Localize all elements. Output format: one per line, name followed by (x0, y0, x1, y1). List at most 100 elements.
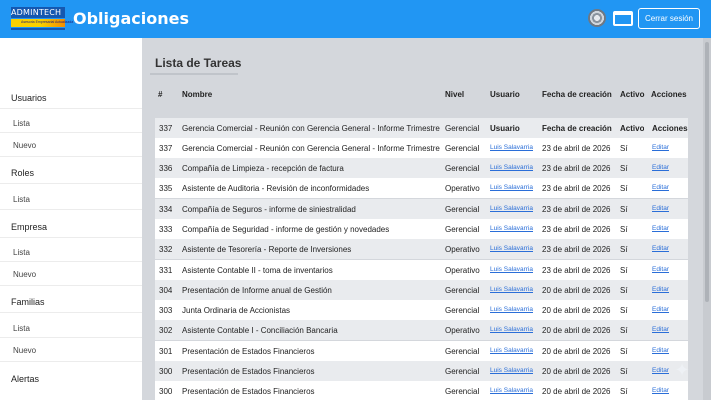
row-name: Asistente de Tesorería - Reporte de Inve… (182, 245, 352, 254)
row-active: Sí (620, 245, 628, 254)
row-user-link[interactable]: Luis Salavarria (490, 326, 533, 333)
window-icon[interactable] (613, 11, 633, 26)
row-name: Gerencia Comercial - Reunión con Gerenci… (182, 124, 440, 133)
row-user-link[interactable]: Luis Salavarria (490, 184, 533, 191)
row-active: Sí (620, 326, 628, 335)
edit-link[interactable]: Editar (652, 387, 669, 394)
table-row[interactable]: 333 Compañía de Seguridad - informe de ge… (155, 219, 688, 239)
sidebar-item-familias-lista[interactable]: Lista (13, 324, 30, 333)
row-level: Gerencial (445, 387, 480, 396)
row-name: Asistente Contable I - Conciliación Banc… (182, 326, 338, 335)
row-date: 23 de abril de 2026 (542, 205, 611, 214)
row-user-link[interactable]: Luis Salavarria (490, 286, 533, 293)
row-user-link[interactable]: Luis Salavarria (490, 144, 533, 151)
sidebar-section-roles[interactable]: Roles (11, 168, 34, 178)
logout-button[interactable]: Cerrar sesión (638, 8, 700, 29)
sidebar-section-familias[interactable]: Familias (11, 297, 45, 307)
column-header-name[interactable]: Nombre (182, 90, 212, 99)
sidebar-item-empresa-lista[interactable]: Lista (13, 248, 30, 257)
edit-link[interactable]: Editar (652, 245, 669, 252)
row-date: 20 de abril de 2026 (542, 387, 611, 396)
edit-link[interactable]: Editar (652, 367, 669, 374)
row-id: 334 (159, 205, 173, 214)
row-date: 20 de abril de 2026 (542, 326, 611, 335)
row-id: 332 (159, 245, 173, 254)
row-id: 304 (159, 286, 173, 295)
sidebar-item-familias-nuevo[interactable]: Nuevo (13, 346, 36, 355)
table-row[interactable]: 337 Gerencia Comercial - Reunión con Gere… (155, 118, 688, 138)
sidebar-divider (0, 337, 142, 338)
row-active: Sí (620, 144, 628, 153)
app-title: Obligaciones (73, 9, 189, 28)
table-row[interactable]: 300 Presentación de Estados Financieros Ge… (155, 361, 688, 381)
sidebar-section-usuarios[interactable]: Usuarios (11, 93, 47, 103)
table-row[interactable]: 300 Presentación de Estados Financieros Ge… (155, 381, 688, 400)
row-id: 302 (159, 326, 173, 335)
row-date: 23 de abril de 2026 (542, 184, 611, 193)
sidebar-item-roles-lista[interactable]: Lista (13, 195, 30, 204)
sidebar-section-empresa[interactable]: Empresa (11, 222, 47, 232)
edit-link[interactable]: Editar (652, 306, 669, 313)
row-user-link[interactable]: Luis Salavarria (490, 225, 533, 232)
row-user-link[interactable]: Luis Salavarria (490, 205, 533, 212)
sidebar-item-usuarios-nuevo[interactable]: Nuevo (13, 141, 36, 150)
edit-link[interactable]: Editar (652, 347, 669, 354)
row-user-link[interactable]: Luis Salavarria (490, 387, 533, 394)
row-id: 300 (159, 387, 173, 396)
sparkle-icon: ✦ (674, 360, 690, 380)
table-row[interactable]: 304 Presentación de Informe anual de Gest… (155, 280, 688, 300)
row-date: 23 de abril de 2026 (542, 225, 611, 234)
table-row[interactable]: 337 Gerencia Comercial - Reunión con Gere… (155, 138, 688, 158)
sidebar-divider (0, 108, 142, 109)
column-header-active[interactable]: Activo (620, 90, 644, 99)
table-row[interactable]: 335 Asistente de Auditoria - Revisión de … (155, 178, 688, 198)
edit-link[interactable]: Editar (652, 205, 669, 212)
table-row[interactable]: 301 Presentación de Estados Financieros Ge… (155, 341, 688, 361)
admintech-logo[interactable]: ADMINTECH Asesoria Empresarial Actualiza… (11, 7, 73, 31)
column-header-level[interactable]: Nivel (445, 90, 464, 99)
row-active: Sí (620, 387, 628, 396)
edit-link[interactable]: Editar (652, 184, 669, 191)
sidebar-item-empresa-nuevo[interactable]: Nuevo (13, 270, 36, 279)
row-user-link[interactable]: Luis Salavarria (490, 266, 533, 273)
scrollbar-thumb[interactable] (705, 42, 709, 302)
edit-link[interactable]: Editar (652, 286, 669, 293)
edit-link[interactable]: Editar (652, 266, 669, 273)
sidebar-item-usuarios-lista[interactable]: Lista (13, 119, 30, 128)
column-header-id[interactable]: # (158, 90, 162, 99)
edit-link[interactable]: Editar (652, 144, 669, 151)
edit-link[interactable]: Editar (652, 326, 669, 333)
row-user-link[interactable]: Luis Salavarria (490, 367, 533, 374)
table-row[interactable]: 331 Asistente Contable II - toma de inven… (155, 260, 688, 280)
row-active: Sí (620, 286, 628, 295)
row-level: Gerencial (445, 286, 480, 295)
row-user-link[interactable]: Luis Salavarria (490, 164, 533, 171)
column-header-date[interactable]: Fecha de creación (542, 90, 612, 99)
row-user-link[interactable]: Luis Salavarria (490, 306, 533, 313)
gear-icon[interactable] (588, 9, 606, 27)
row-user-link[interactable]: Luis Salavarria (490, 245, 533, 252)
table-row[interactable]: 334 Compañía de Seguros - informe de sini… (155, 199, 688, 219)
row-id: 301 (159, 347, 173, 356)
row-name: Asistente de Auditoria - Revisión de inc… (182, 184, 370, 193)
row-id: 337 (159, 144, 173, 153)
table-row[interactable]: 303 Junta Ordinaria de Accionistas Gerenci… (155, 300, 688, 320)
row-date: 23 de abril de 2026 (542, 144, 611, 153)
sidebar-divider (0, 261, 142, 262)
page-title: Lista de Tareas (155, 56, 242, 70)
table-row[interactable]: 336 Compañía de Limpieza - recepción de f… (155, 158, 688, 178)
edit-link[interactable]: Editar (652, 164, 669, 171)
table-row[interactable]: 302 Asistente Contable I - Conciliación B… (155, 320, 688, 340)
table-row[interactable]: 332 Asistente de Tesorería - Reporte de I… (155, 239, 688, 259)
table-header: # Nombre Nivel Usuario Fecha de creación… (150, 86, 690, 102)
edit-link[interactable]: Editar (652, 225, 669, 232)
column-header-actions[interactable]: Acciones (651, 90, 687, 99)
row-user-link[interactable]: Luis Salavarria (490, 347, 533, 354)
row-date: 23 de abril de 2026 (542, 266, 611, 275)
row-id: 303 (159, 306, 173, 315)
row-actions: Acciones (652, 124, 688, 133)
row-date: 23 de abril de 2026 (542, 245, 611, 254)
row-date: 20 de abril de 2026 (542, 367, 611, 376)
column-header-user[interactable]: Usuario (490, 90, 520, 99)
sidebar-section-alertas[interactable]: Alertas (11, 374, 39, 384)
